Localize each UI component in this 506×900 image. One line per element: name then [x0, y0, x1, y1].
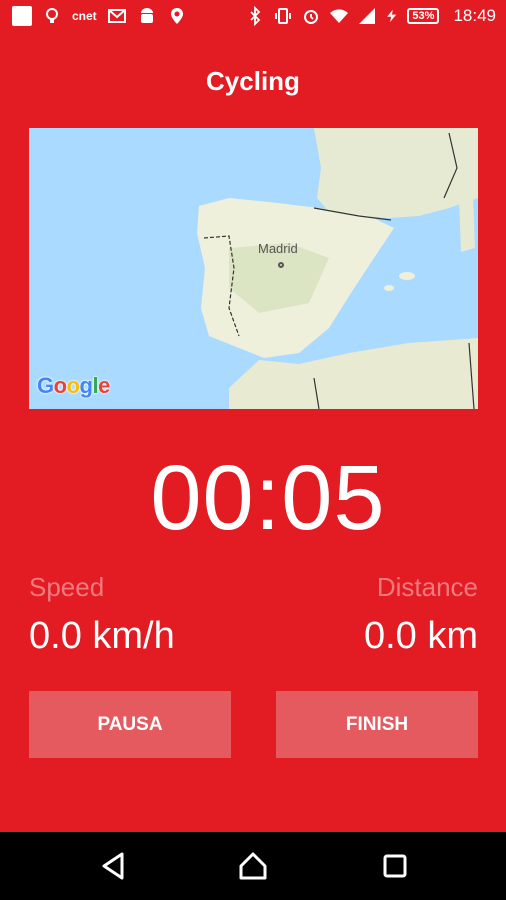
recents-icon[interactable] — [379, 850, 411, 882]
signal-icon — [359, 8, 376, 24]
home-icon[interactable] — [237, 850, 269, 882]
back-icon[interactable] — [98, 850, 130, 882]
status-time: 18:49 — [453, 6, 496, 25]
notification-square-icon — [12, 6, 32, 26]
navigation-bar — [0, 832, 506, 900]
wifi-icon — [330, 9, 349, 23]
distance-value: 0.0 km — [363, 615, 478, 657]
charging-icon — [387, 9, 397, 23]
bluetooth-icon — [250, 6, 261, 26]
cnet-icon: cnet — [72, 9, 97, 23]
capital-marker-icon — [278, 262, 284, 268]
android-icon — [140, 8, 153, 23]
distance-label: Distance — [376, 572, 478, 602]
pause-button[interactable]: PAUSA — [29, 691, 231, 758]
speed-value: 0.0 km/h — [29, 615, 175, 657]
finish-button[interactable]: FINISH — [276, 691, 478, 758]
gmail-icon — [107, 9, 126, 23]
google-logo: Google — [37, 373, 110, 398]
city-label-madrid: Madrid — [258, 241, 298, 256]
map-view[interactable]: Madrid Google — [29, 128, 478, 409]
vibrate-icon — [275, 8, 292, 24]
location-icon — [170, 8, 183, 24]
battery-indicator: 53% — [407, 8, 440, 24]
status-bar: cnet 53% 18:49 — [0, 0, 506, 34]
page-title: Cycling — [206, 66, 300, 96]
alarm-icon — [304, 10, 319, 24]
lightbulb-icon — [46, 8, 58, 23]
map-terrain — [197, 128, 478, 409]
speed-label: Speed — [29, 572, 105, 602]
elapsed-timer: 00:05 — [150, 447, 386, 549]
